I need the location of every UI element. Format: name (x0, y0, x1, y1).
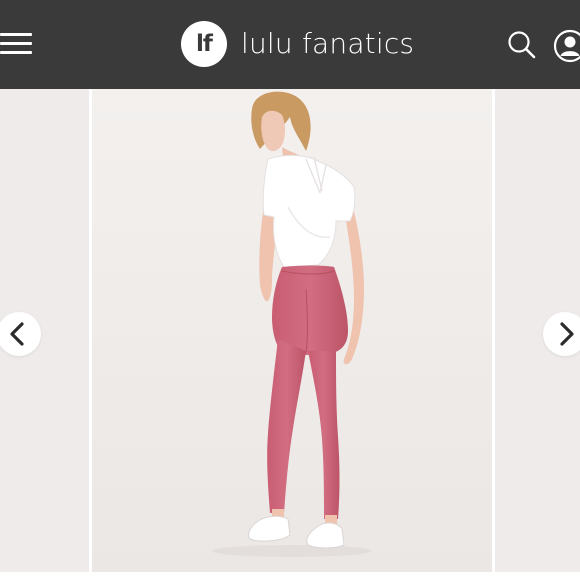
brand-name: lulu fanatics (241, 26, 415, 60)
product-image-carousel[interactable] (0, 89, 580, 580)
product-photo[interactable] (92, 89, 492, 572)
chevron-right-icon[interactable] (543, 312, 580, 356)
model-illustration (92, 89, 492, 572)
header-bar: lf lulu fanatics (0, 0, 580, 89)
logo-text: lf (196, 31, 213, 57)
account-icon[interactable] (553, 29, 580, 63)
search-icon[interactable] (506, 29, 538, 61)
chevron-left-icon[interactable] (0, 312, 41, 356)
app: lf lulu fanatics (0, 0, 580, 580)
brand-logo: lf (181, 21, 227, 67)
brand[interactable]: lf lulu fanatics (181, 20, 414, 68)
menu-icon[interactable] (0, 31, 34, 57)
